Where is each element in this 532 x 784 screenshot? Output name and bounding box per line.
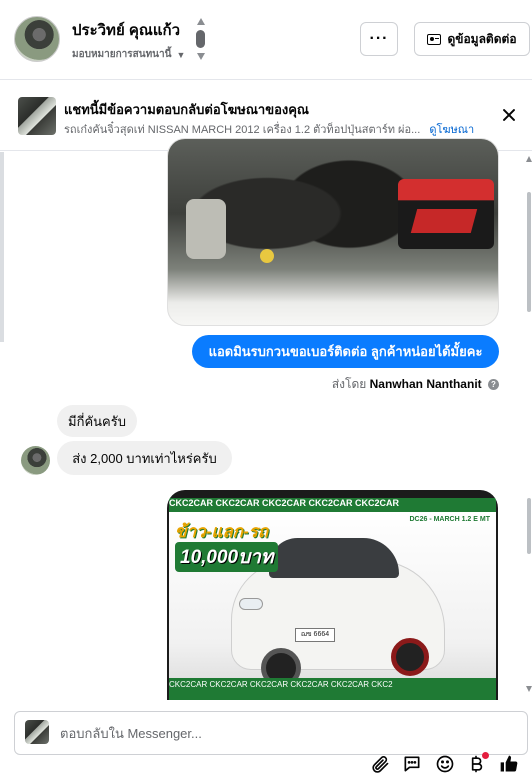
ad-banner-title: แชทนี้มีข้อความตอบกลับต่อโฆษณาของคุณ	[64, 102, 309, 117]
scroll-up-icon[interactable]	[526, 156, 532, 162]
more-options-button[interactable]: ···	[360, 22, 398, 56]
ad-promo-headline: ข้าว-แลก-รถ	[175, 522, 269, 541]
scroll-thumb[interactable]	[196, 30, 205, 48]
emoji-icon[interactable]	[434, 753, 456, 775]
conversation-header: ประวิทย์ คุณแก้ว มอบหมายการสนทนานี้ ▼ ··…	[0, 0, 532, 80]
notification-dot	[482, 752, 489, 759]
scroll-down-icon	[197, 53, 205, 60]
engine-photo[interactable]	[167, 138, 499, 326]
close-banner-icon[interactable]	[500, 106, 518, 124]
coolant-reservoir	[186, 199, 226, 259]
sent-by-prefix: ส่งโดย	[331, 377, 367, 391]
info-icon[interactable]: ?	[488, 379, 499, 391]
sender-name: Nanwhan Nanthanit	[369, 377, 482, 391]
scroll-down-icon[interactable]	[526, 686, 532, 692]
scroll-thumb[interactable]	[527, 192, 531, 312]
reply-composer[interactable]	[14, 711, 528, 755]
car-wheel-rear	[391, 638, 429, 676]
incoming-message[interactable]: ส่ง 2,000 บาทเท่าไหร่ครับ	[57, 441, 232, 475]
scroll-up-icon	[197, 18, 205, 25]
outgoing-message[interactable]: แอดมินรบกวนขอเบอร์ติดต่อ ลูกค้าหน่อยได้ม…	[192, 335, 499, 368]
view-ad-link[interactable]: ดูโฆษณา	[429, 124, 474, 136]
incoming-message[interactable]: มีกี่คันครับ	[57, 405, 137, 437]
caret-down-icon: ▼	[176, 49, 186, 60]
ad-bottom-band: CKC2CAR CKC2CAR CKC2CAR CKC2CAR CKC2CAR …	[169, 678, 496, 700]
battery-label	[410, 209, 478, 233]
more-icon: ···	[369, 30, 389, 47]
car-headlight	[239, 598, 263, 610]
ad-banner-description: รถเก๋งคันจิ๋วสุดเท่ NISSAN MARCH 2012 เค…	[64, 120, 474, 138]
like-icon[interactable]	[498, 753, 520, 775]
contact-avatar[interactable]	[14, 16, 60, 62]
car-ad-photo[interactable]: CKC2CAR CKC2CAR CKC2CAR CKC2CAR CKC2CAR …	[167, 490, 498, 700]
page-avatar	[25, 720, 49, 744]
sent-by-line: ส่งโดย Nanwhan Nanthanit ?	[0, 375, 499, 394]
ad-description-text: รถเก๋งคันจิ๋วสุดเท่ NISSAN MARCH 2012 เค…	[64, 124, 421, 136]
chat-scrollbar[interactable]	[526, 152, 532, 700]
assign-conversation-dropdown[interactable]: มอบหมายการสนทนานี้ ▼	[72, 47, 185, 62]
paperclip-icon[interactable]	[369, 753, 391, 775]
ad-top-band: CKC2CAR CKC2CAR CKC2CAR CKC2CAR CKC2CAR	[169, 498, 496, 512]
oil-cap	[260, 249, 274, 263]
assign-label: มอบหมายการสนทนานี้	[72, 49, 172, 60]
car-windshield	[269, 538, 399, 578]
license-plate: ฌข 6664	[295, 628, 335, 642]
contact-card-icon	[427, 33, 442, 45]
scroll-thumb-secondary[interactable]	[527, 498, 531, 554]
ad-poster: CKC2CAR CKC2CAR CKC2CAR CKC2CAR CKC2CAR …	[169, 498, 496, 700]
contact-name[interactable]: ประวิทย์ คุณแก้ว	[72, 18, 180, 42]
header-scroll-handle[interactable]	[196, 18, 206, 62]
reply-input[interactable]	[60, 724, 480, 742]
view-contact-label: ดูข้อมูลติดต่อ	[447, 31, 517, 46]
saved-reply-icon[interactable]	[401, 753, 423, 775]
view-contact-button[interactable]: ดูข้อมูลติดต่อ	[414, 22, 530, 56]
ad-thumbnail	[18, 97, 56, 135]
ad-model-tag: DC26 - MARCH 1.2 E MT	[409, 516, 490, 523]
left-scrollbar[interactable]	[0, 152, 4, 342]
sender-avatar[interactable]	[21, 446, 50, 475]
ad-promo-amount: 10,000บาท	[175, 542, 279, 572]
